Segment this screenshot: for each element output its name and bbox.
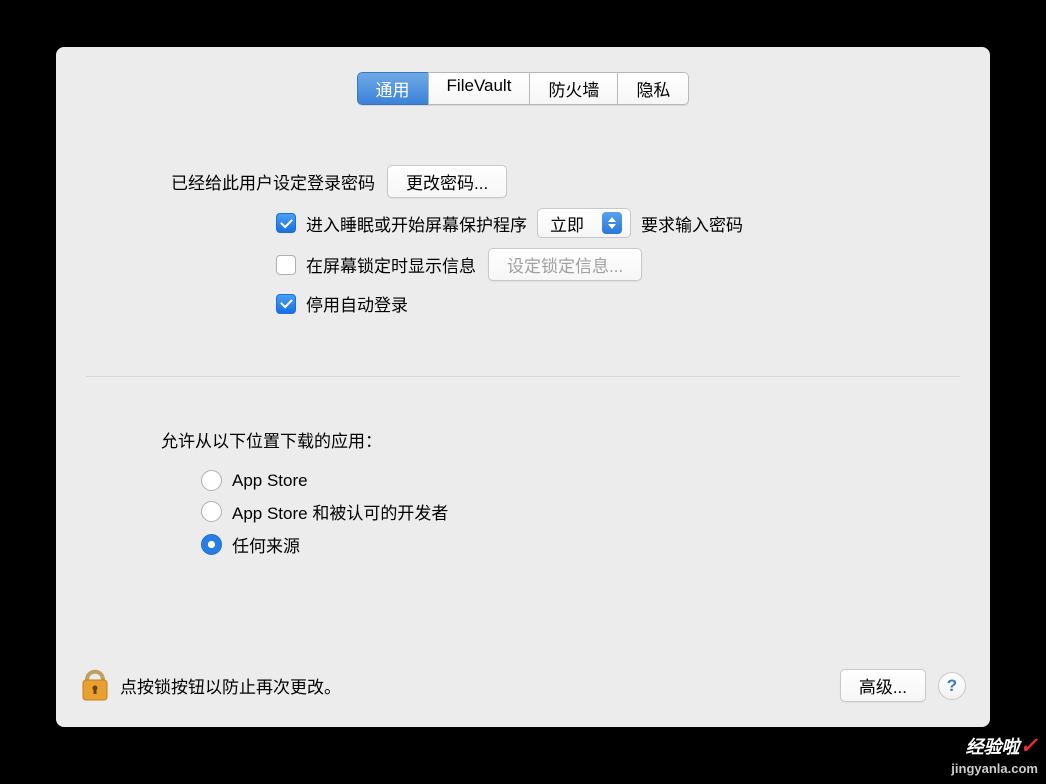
change-password-button[interactable]: 更改密码...: [387, 165, 507, 198]
advanced-button[interactable]: 高级...: [840, 669, 926, 702]
watermark-url: jingyanla.com: [951, 761, 1038, 776]
allow-downloads-title: 允许从以下位置下载的应用：: [161, 427, 990, 452]
require-password-suffix: 要求输入密码: [641, 211, 743, 236]
tab-filevault[interactable]: FileVault: [428, 72, 530, 105]
watermark: 经验啦✓ jingyanla.com: [951, 734, 1038, 778]
disable-auto-login-checkbox[interactable]: [276, 294, 296, 314]
allow-downloads-section: 允许从以下位置下载的应用： App Store App Store 和被认可的开…: [56, 377, 990, 557]
tab-firewall[interactable]: 防火墙: [529, 72, 617, 105]
check-icon: ✓: [1020, 733, 1038, 758]
lock-hint-text: 点按锁按钮以防止再次更改。: [120, 673, 828, 698]
watermark-text: 经验啦: [966, 737, 1020, 757]
radio-anywhere-label: 任何来源: [232, 532, 300, 557]
lock-icon[interactable]: [80, 664, 110, 707]
radio-anywhere[interactable]: [201, 534, 222, 555]
require-delay-value: 立即: [550, 211, 584, 236]
set-lock-message-button: 设定锁定信息...: [488, 248, 642, 281]
radio-app-store[interactable]: [201, 470, 222, 491]
password-set-label: 已经给此用户设定登录密码: [171, 169, 375, 194]
require-password-delay-select[interactable]: 立即: [537, 208, 631, 238]
radio-identified-label: App Store 和被认可的开发者: [232, 499, 448, 524]
tab-general[interactable]: 通用: [357, 72, 428, 105]
select-arrows-icon: [602, 212, 622, 234]
radio-app-store-label: App Store: [232, 471, 308, 491]
show-lock-message-checkbox[interactable]: [276, 255, 296, 275]
security-prefs-window: 通用 FileVault 防火墙 隐私 已经给此用户设定登录密码 更改密码...…: [56, 47, 990, 727]
tab-privacy[interactable]: 隐私: [617, 72, 689, 105]
help-button[interactable]: ?: [938, 672, 966, 700]
require-password-checkbox[interactable]: [276, 213, 296, 233]
disable-auto-login-label: 停用自动登录: [306, 291, 408, 316]
require-password-prefix: 进入睡眠或开始屏幕保护程序: [306, 211, 527, 236]
tab-bar: 通用 FileVault 防火墙 隐私: [56, 72, 990, 105]
show-lock-message-label: 在屏幕锁定时显示信息: [306, 252, 476, 277]
radio-identified-developers[interactable]: [201, 501, 222, 522]
general-panel: 已经给此用户设定登录密码 更改密码... 进入睡眠或开始屏幕保护程序 立即 要求…: [56, 105, 990, 316]
